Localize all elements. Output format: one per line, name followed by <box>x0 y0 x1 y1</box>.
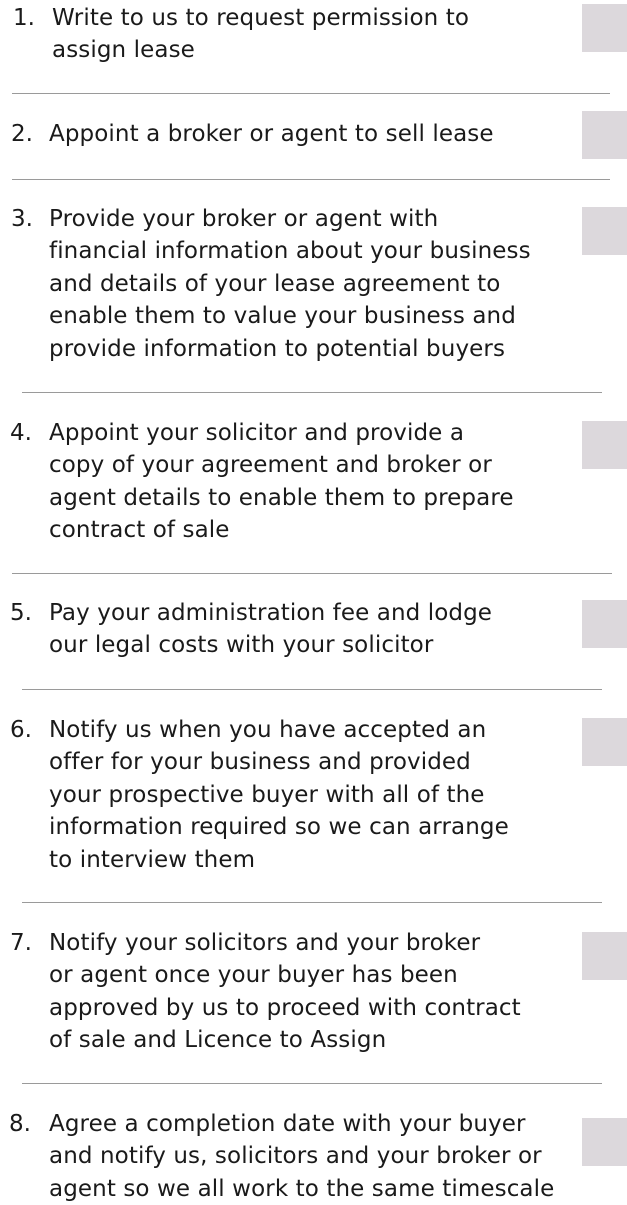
divider <box>12 573 612 574</box>
checkbox[interactable] <box>582 421 627 469</box>
step-text: Pay your administration fee and lodge ou… <box>49 600 493 659</box>
divider <box>22 1083 602 1084</box>
checkbox[interactable] <box>582 600 627 648</box>
step-number: 6. <box>10 717 32 743</box>
checkbox[interactable] <box>582 207 627 255</box>
step-text: Write to us to request permission to ass… <box>52 5 470 64</box>
step-text: Agree a completion date with your buyer … <box>49 1111 555 1202</box>
step-text: Provide your broker or agent with financ… <box>49 206 531 362</box>
step-number: 4. <box>10 420 32 446</box>
checkbox[interactable] <box>582 718 627 766</box>
checkbox[interactable] <box>582 932 627 980</box>
divider <box>22 902 602 903</box>
step-number: 7. <box>10 930 32 956</box>
divider <box>22 689 602 690</box>
step-number: 3. <box>11 206 33 232</box>
step-number: 1. <box>13 5 35 31</box>
step-number: 2. <box>11 121 33 147</box>
step-text: Notify us when you have accepted an offe… <box>49 717 509 873</box>
step-text: Appoint a broker or agent to sell lease <box>49 121 494 147</box>
checkbox[interactable] <box>582 4 627 52</box>
step-number: 5. <box>10 600 32 626</box>
divider <box>12 93 610 94</box>
divider <box>12 179 610 180</box>
divider <box>22 392 602 393</box>
step-text: Notify your solicitors and your broker o… <box>49 930 521 1054</box>
step-text: Appoint your solicitor and provide a cop… <box>49 420 514 544</box>
checkbox[interactable] <box>582 1118 627 1166</box>
step-number: 8. <box>9 1111 31 1137</box>
checkbox[interactable] <box>582 111 627 159</box>
